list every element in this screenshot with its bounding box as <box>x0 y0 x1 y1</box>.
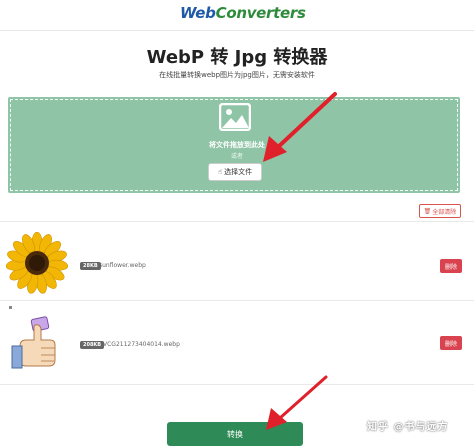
dropzone-text: 将文件拖放到此处 <box>209 141 265 149</box>
annotation-arrow-up <box>263 92 337 162</box>
clear-all-button[interactable]: 🗑 全部清除 <box>419 204 461 218</box>
choose-file-label: 选择文件 <box>224 168 253 176</box>
file-row: 208KB VCG211273404014.webp 删除 <box>0 302 474 384</box>
list-divider <box>0 300 474 301</box>
dropzone-or-text: 或者 <box>230 153 243 160</box>
file-row: 28KB sunflower.webp 删除 <box>0 222 474 300</box>
clear-all-label: 全部清除 <box>432 208 457 216</box>
thumbs-up-thumbnail <box>11 316 56 369</box>
remove-file-button[interactable]: 删除 <box>440 259 462 273</box>
logo-part-web: Web <box>180 4 216 22</box>
site-logo[interactable]: WebConverters <box>180 4 306 22</box>
logo-part-converters: Converters <box>215 4 306 22</box>
watermark-text: 知乎 @书与远方 <box>367 422 449 433</box>
annotation-arrow-down <box>266 375 328 430</box>
file-size-badge: 208KB <box>80 341 105 349</box>
hand-pointer-icon: ☝ <box>217 168 223 176</box>
choose-file-button[interactable]: ☝ 选择文件 <box>208 163 262 181</box>
list-divider-bottom <box>0 384 474 385</box>
sunflower-thumbnail <box>6 232 68 294</box>
file-name: sunflower.webp <box>99 262 146 269</box>
image-icon <box>219 103 251 131</box>
page-subtitle: 在线批量转换webp图片为jpg图片，无需安装软件 <box>159 71 315 79</box>
remove-file-button[interactable]: 删除 <box>440 336 462 350</box>
trash-icon: 🗑 <box>423 207 432 215</box>
top-bar: WebConverters <box>0 0 474 31</box>
file-size-badge: 28KB <box>80 262 101 270</box>
file-name: VCG211273404014.webp <box>103 341 180 348</box>
page-title: WebP 转 Jpg 转换器 <box>146 47 328 68</box>
